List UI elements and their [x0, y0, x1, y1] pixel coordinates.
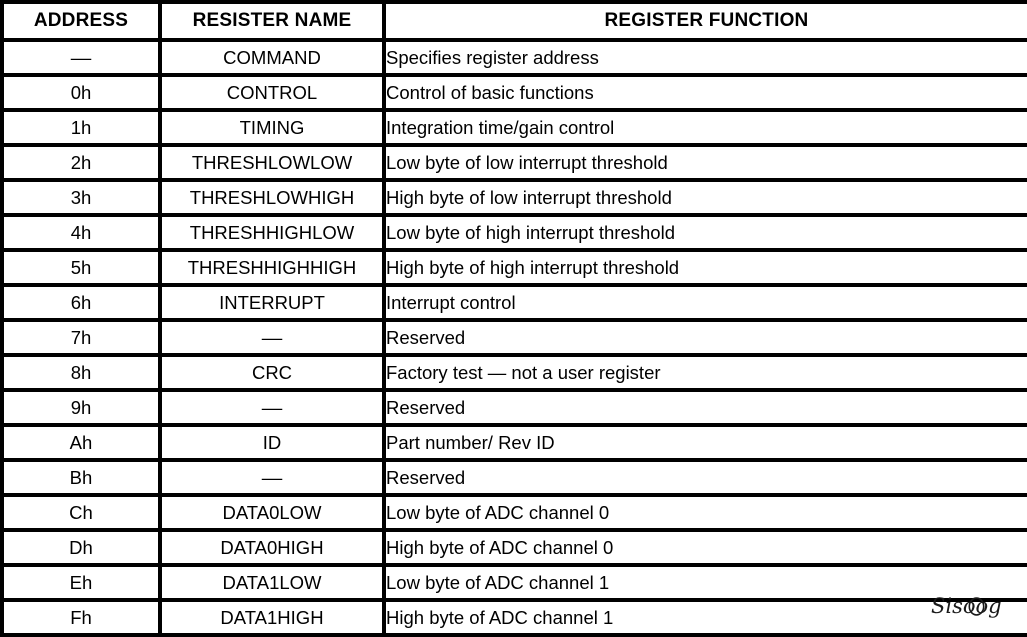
cell-register-function: High byte of low interrupt threshold — [382, 178, 1027, 217]
table-row: 9h –– Reserved — [0, 388, 1027, 427]
table-row: Bh –– Reserved — [0, 458, 1027, 497]
cell-register-name: DATA0HIGH — [158, 528, 386, 567]
cell-address: Ah — [0, 423, 162, 462]
cell-address: Bh — [0, 458, 162, 497]
cell-address: 7h — [0, 318, 162, 357]
table-row: Fh DATA1HIGH High byte of ADC channel 1 — [0, 598, 1027, 637]
cell-address: 3h — [0, 178, 162, 217]
cell-register-function: Low byte of ADC channel 0 — [382, 493, 1027, 532]
table-row: Dh DATA0HIGH High byte of ADC channel 0 — [0, 528, 1027, 567]
cell-address: Eh — [0, 563, 162, 602]
cell-register-function: Specifies register address — [382, 38, 1027, 77]
register-map-table-container: ADDRESS RESISTER NAME REGISTER FUNCTION … — [0, 0, 1027, 637]
cell-register-name: COMMAND — [158, 38, 386, 77]
cell-register-name: TIMING — [158, 108, 386, 147]
table-row: 5h THRESHHIGHHIGH High byte of high interr… — [0, 248, 1027, 287]
cell-register-function: Reserved — [382, 318, 1027, 357]
table-row: 3h THRESHLOWHIGH High byte of low interrup… — [0, 178, 1027, 217]
cell-register-function: Reserved — [382, 388, 1027, 427]
cell-register-function: Interrupt control — [382, 283, 1027, 322]
cell-register-name: ID — [158, 423, 386, 462]
column-header-register-function: REGISTER FUNCTION — [382, 0, 1027, 42]
cell-address: 0h — [0, 73, 162, 112]
cell-address: Dh — [0, 528, 162, 567]
cell-register-name: –– — [158, 318, 386, 357]
table-header-row: ADDRESS RESISTER NAME REGISTER FUNCTION — [0, 0, 1027, 42]
cell-register-name: CRC — [158, 353, 386, 392]
cell-register-name: CONTROL — [158, 73, 386, 112]
cell-register-function: Control of basic functions — [382, 73, 1027, 112]
table-row: 0h CONTROL Control of basic functions — [0, 73, 1027, 112]
register-map-table: ADDRESS RESISTER NAME REGISTER FUNCTION … — [0, 0, 1027, 637]
cell-register-function: High byte of high interrupt threshold — [382, 248, 1027, 287]
cell-address: 6h — [0, 283, 162, 322]
cell-register-name: INTERRUPT — [158, 283, 386, 322]
table-row: –– COMMAND Specifies register address — [0, 38, 1027, 77]
cell-register-function: Low byte of low interrupt threshold — [382, 143, 1027, 182]
cell-address: 5h — [0, 248, 162, 287]
cell-register-name: THRESHLOWLOW — [158, 143, 386, 182]
cell-register-function: Part number/ Rev ID — [382, 423, 1027, 462]
cell-register-name: DATA0LOW — [158, 493, 386, 532]
column-header-register-name: RESISTER NAME — [158, 0, 386, 42]
cell-register-name: THRESHHIGHHIGH — [158, 248, 386, 287]
table-header: ADDRESS RESISTER NAME REGISTER FUNCTION — [0, 0, 1027, 42]
table-row: 4h THRESHHIGHLOW Low byte of high interrup… — [0, 213, 1027, 252]
cell-address: 1h — [0, 108, 162, 147]
cell-register-name: DATA1LOW — [158, 563, 386, 602]
cell-register-function: Factory test — not a user register — [382, 353, 1027, 392]
cell-address: Ch — [0, 493, 162, 532]
cell-register-name: –– — [158, 388, 386, 427]
cell-address: Fh — [0, 598, 162, 637]
cell-register-name: DATA1HIGH — [158, 598, 386, 637]
cell-register-function: Integration time/gain control — [382, 108, 1027, 147]
cell-register-name: THRESHHIGHLOW — [158, 213, 386, 252]
table-row: 2h THRESHLOWLOW Low byte of low interrupt … — [0, 143, 1027, 182]
cell-register-name: THRESHLOWHIGH — [158, 178, 386, 217]
table-row: 7h –– Reserved — [0, 318, 1027, 357]
cell-address: 4h — [0, 213, 162, 252]
cell-register-name: –– — [158, 458, 386, 497]
table-row: Ah ID Part number/ Rev ID — [0, 423, 1027, 462]
cell-register-function: High byte of ADC channel 0 — [382, 528, 1027, 567]
cell-register-function: Low byte of high interrupt threshold — [382, 213, 1027, 252]
table-row: 6h INTERRUPT Interrupt control — [0, 283, 1027, 322]
table-row: 1h TIMING Integration time/gain control — [0, 108, 1027, 147]
table-row: Ch DATA0LOW Low byte of ADC channel 0 — [0, 493, 1027, 532]
cell-address: –– — [0, 38, 162, 77]
table-row: 8h CRC Factory test — not a user register — [0, 353, 1027, 392]
cell-register-function: Reserved — [382, 458, 1027, 497]
table-row: Eh DATA1LOW Low byte of ADC channel 1 — [0, 563, 1027, 602]
cell-register-function: High byte of ADC channel 1 — [382, 598, 1027, 637]
cell-address: 2h — [0, 143, 162, 182]
table-body: –– COMMAND Specifies register address 0h CON… — [0, 38, 1027, 637]
cell-register-function: Low byte of ADC channel 1 — [382, 563, 1027, 602]
cell-address: 9h — [0, 388, 162, 427]
column-header-address: ADDRESS — [0, 0, 162, 42]
cell-address: 8h — [0, 353, 162, 392]
